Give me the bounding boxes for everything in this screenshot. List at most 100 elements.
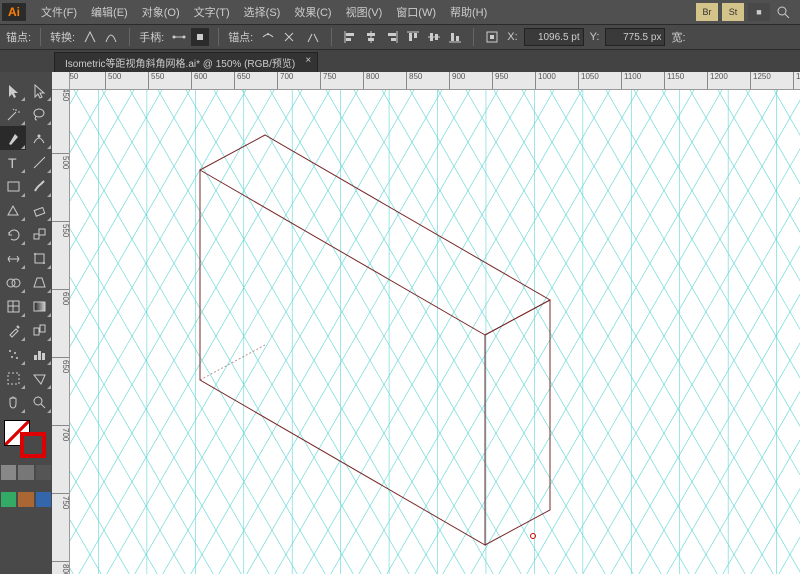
shape-builder-tool[interactable] (0, 270, 26, 294)
eyedropper-tool[interactable] (0, 318, 26, 342)
convert-label: 转换: (50, 29, 75, 45)
artboard-tool[interactable] (0, 366, 26, 390)
ruler-tick: 1150 (664, 72, 684, 90)
symbol-spray-tool[interactable] (0, 342, 26, 366)
zoom-tool[interactable] (26, 390, 52, 414)
mesh-tool[interactable] (0, 294, 26, 318)
x-label: X: (507, 31, 517, 43)
screen-mode-0[interactable] (1, 492, 16, 507)
menu-right-buttons: Br St ■ (696, 3, 800, 21)
pen-tool[interactable] (0, 126, 26, 150)
search-icon[interactable] (774, 3, 792, 21)
draw-mode-0[interactable] (1, 465, 16, 480)
menu-bar: Ai 文件(F)编辑(E)对象(O)文字(T)选择(S)效果(C)视图(V)窗口… (0, 0, 800, 24)
remove-anchor-icon[interactable] (259, 28, 277, 46)
w-label: 宽: (671, 29, 685, 45)
align-group (341, 28, 464, 46)
ruler-tick: 500 (105, 72, 121, 90)
workspace: T 45050055060065070075080085090095010001… (0, 72, 800, 574)
lasso-tool[interactable] (26, 102, 52, 126)
canvas-area: 4505005506006507007508008509009501000105… (52, 72, 800, 574)
ruler-tick: 500 (52, 153, 70, 169)
line-tool[interactable] (26, 150, 52, 174)
free-transform-tool[interactable] (26, 246, 52, 270)
app-logo-icon: Ai (2, 3, 26, 21)
ruler-tick: 1050 (578, 72, 599, 90)
convert-smooth-icon[interactable] (102, 28, 120, 46)
close-tab-icon[interactable]: × (305, 55, 311, 66)
eraser-tool[interactable] (26, 198, 52, 222)
menu-item[interactable]: 窗口(W) (389, 1, 443, 23)
ruler-tick: 1200 (707, 72, 728, 90)
canvas[interactable] (70, 90, 800, 574)
align-hcenter-icon[interactable] (362, 28, 380, 46)
align-right-icon[interactable] (383, 28, 401, 46)
align-top-icon[interactable] (404, 28, 422, 46)
column-graph-tool[interactable] (26, 342, 52, 366)
ruler-vertical[interactable]: 450500550600650700750800 (52, 90, 70, 574)
menu-item[interactable]: 选择(S) (237, 1, 288, 23)
screen-mode-row (0, 491, 52, 508)
ruler-tick: 1100 (621, 72, 641, 90)
width-tool[interactable] (0, 246, 26, 270)
menu-item[interactable]: 文字(T) (187, 1, 237, 23)
handle-show-icon[interactable] (170, 28, 188, 46)
slice-tool[interactable] (26, 366, 52, 390)
magic-wand-tool[interactable] (0, 102, 26, 126)
bridge-button[interactable]: Br (696, 3, 718, 21)
drawn-shape[interactable] (70, 90, 800, 574)
perspective-tool[interactable] (26, 270, 52, 294)
ruler-tick: 900 (449, 72, 465, 90)
menu-item[interactable]: 效果(C) (287, 1, 338, 23)
y-coord-input[interactable] (605, 28, 665, 46)
x-coord-input[interactable] (524, 28, 584, 46)
ruler-tick: 950 (492, 72, 508, 90)
shaper-tool[interactable] (0, 198, 26, 222)
rectangle-tool[interactable] (0, 174, 26, 198)
ruler-tick: 450 (52, 90, 70, 101)
menu-item[interactable]: 编辑(E) (84, 1, 135, 23)
ruler-tick: 1300 (793, 72, 800, 90)
isolate-icon[interactable] (483, 28, 501, 46)
connect-anchor-icon[interactable] (304, 28, 322, 46)
cut-path-icon[interactable] (280, 28, 298, 46)
curvature-tool[interactable] (26, 126, 52, 150)
menu-item[interactable]: 文件(F) (34, 1, 84, 23)
fill-stroke-swatch[interactable] (0, 420, 52, 454)
align-vcenter-icon[interactable] (425, 28, 443, 46)
hand-tool[interactable] (0, 390, 26, 414)
stock-button[interactable]: St (722, 3, 744, 21)
type-tool[interactable]: T (0, 150, 26, 174)
menu-item[interactable]: 帮助(H) (443, 1, 494, 23)
convert-corner-icon[interactable] (81, 28, 99, 46)
ruler-tick: 850 (406, 72, 422, 90)
blend-tool[interactable] (26, 318, 52, 342)
ruler-tick: 700 (52, 425, 70, 441)
stroke-swatch[interactable] (20, 432, 46, 458)
direct-selection-tool[interactable] (26, 78, 52, 102)
ruler-horizontal[interactable]: 4505005506006507007508008509009501000105… (70, 72, 800, 90)
screen-mode-2[interactable] (36, 492, 51, 507)
menu-item[interactable]: 视图(V) (339, 1, 390, 23)
arrange-button[interactable]: ■ (748, 3, 770, 21)
brush-tool[interactable] (26, 174, 52, 198)
selection-tool[interactable] (0, 78, 26, 102)
document-tab[interactable]: Isometric等距视角斜角网格.ai* @ 150% (RGB/预览) × (54, 52, 318, 72)
gradient-tool[interactable] (26, 294, 52, 318)
toolbox: T (0, 72, 52, 574)
anchor-label: 锚点: (6, 29, 31, 45)
handle-hide-icon[interactable] (191, 28, 209, 46)
align-bottom-icon[interactable] (446, 28, 464, 46)
align-left-icon[interactable] (341, 28, 359, 46)
ruler-tick: 1250 (750, 72, 771, 90)
y-label: Y: (590, 31, 600, 43)
scale-tool[interactable] (26, 222, 52, 246)
anchor-point-indicator[interactable] (530, 533, 536, 539)
screen-mode-1[interactable] (18, 492, 33, 507)
draw-mode-1[interactable] (18, 465, 33, 480)
anchorpt-label: 锚点: (228, 29, 253, 45)
menu-item[interactable]: 对象(O) (135, 1, 187, 23)
ruler-tick: 650 (234, 72, 250, 90)
draw-mode-2[interactable] (36, 465, 51, 480)
rotate-tool[interactable] (0, 222, 26, 246)
